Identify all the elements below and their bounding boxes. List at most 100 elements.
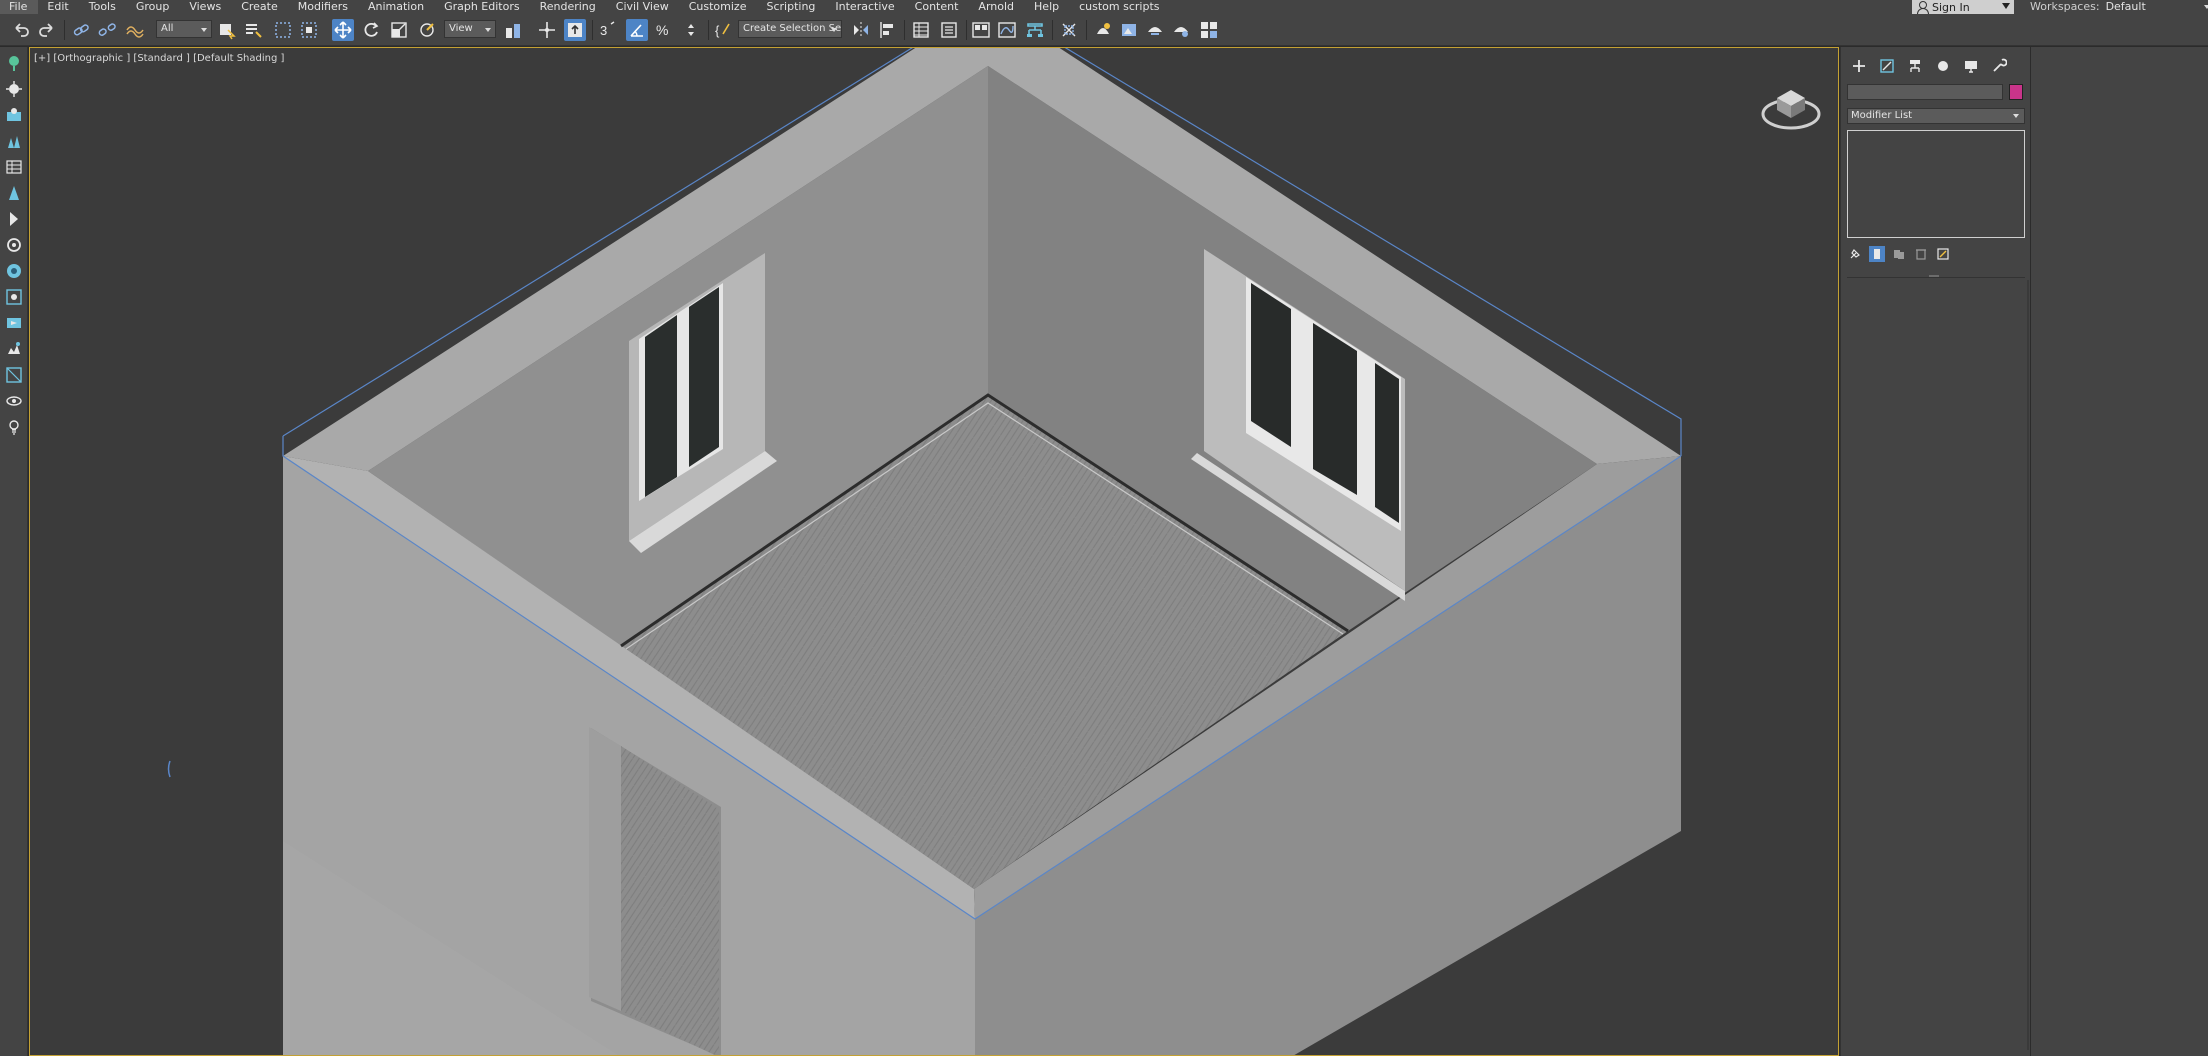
menu-views[interactable]: Views [180, 0, 232, 14]
svg-text:3: 3 [600, 23, 607, 38]
display-tab-icon[interactable] [1957, 55, 1985, 77]
create-tab-icon[interactable] [1845, 55, 1873, 77]
remove-modifier-icon[interactable] [1913, 246, 1929, 262]
snaps-3d-icon[interactable]: 3 [596, 19, 618, 41]
object-name-field[interactable] [1847, 84, 2003, 100]
chevron-down-icon [2002, 3, 2010, 9]
viewcube-icon[interactable] [1759, 74, 1823, 134]
percent-snap-icon[interactable]: % [652, 19, 674, 41]
perspective-match-icon[interactable] [4, 183, 24, 203]
viewport-orthographic[interactable]: [+] [Orthographic ] [Standard ] [Default… [29, 47, 1839, 1056]
hierarchy-tab-icon[interactable] [1901, 55, 1929, 77]
scene-explorer-icon[interactable] [910, 19, 932, 41]
particle-view-icon[interactable] [4, 235, 24, 255]
sign-in-button[interactable]: Sign In [1912, 0, 2014, 14]
select-by-name-icon[interactable] [242, 19, 264, 41]
motion-tab-icon[interactable] [1929, 55, 1957, 77]
edit-named-sets-icon[interactable]: { [712, 19, 734, 41]
menu-bar: File Edit Tools Group Views Create Modifiers An… [0, 0, 2208, 14]
main-toolbar: All View 3 % { Create Selection Se [0, 14, 2208, 46]
mass-fx-icon[interactable] [4, 157, 24, 177]
pivot-icon[interactable] [502, 19, 524, 41]
menu-group[interactable]: Group [127, 0, 181, 14]
workspaces-selector[interactable]: Workspaces: Default [2030, 0, 2208, 14]
menu-modifiers[interactable]: Modifiers [289, 0, 359, 14]
viewport-config-icon[interactable] [4, 365, 24, 385]
select-object-icon[interactable] [216, 19, 238, 41]
sign-in-label: Sign In [1932, 0, 1970, 14]
select-move-icon[interactable] [332, 19, 354, 41]
link-icon[interactable] [70, 19, 92, 41]
window-crossing-icon[interactable] [298, 19, 320, 41]
physical-camera-icon[interactable] [4, 313, 24, 333]
align-icon[interactable] [876, 19, 898, 41]
undo-icon[interactable] [10, 19, 32, 41]
make-unique-icon[interactable] [1891, 246, 1907, 262]
render-online-icon[interactable] [1170, 19, 1192, 41]
workspaces-value[interactable]: Default [2106, 0, 2208, 14]
unlink-icon[interactable] [96, 19, 118, 41]
bind-space-warp-icon[interactable] [124, 19, 146, 41]
rendered-frame-icon[interactable] [1118, 19, 1140, 41]
menu-rendering[interactable]: Rendering [531, 0, 607, 14]
rollout-divider [1847, 277, 2025, 278]
panel-resize-grip[interactable] [1929, 275, 1939, 277]
modifier-stack[interactable] [1847, 130, 2025, 238]
menu-graph-editors[interactable]: Graph Editors [435, 0, 531, 14]
menu-content[interactable]: Content [906, 0, 970, 14]
placement-icon[interactable] [416, 19, 438, 41]
layer-explorer-icon[interactable] [938, 19, 960, 41]
menu-scripting[interactable]: Scripting [757, 0, 826, 14]
menu-interactive[interactable]: Interactive [826, 0, 905, 14]
material-editor-icon[interactable] [1058, 19, 1080, 41]
select-manipulate-icon[interactable] [536, 19, 558, 41]
pin-stack-icon[interactable] [1847, 246, 1863, 262]
panel-scrollbar[interactable] [2027, 280, 2029, 1050]
angle-snap-icon[interactable] [626, 19, 648, 41]
render-production-icon[interactable] [1144, 19, 1166, 41]
menu-help[interactable]: Help [1025, 0, 1070, 14]
utilities-tab-icon[interactable] [1985, 55, 2013, 77]
redo-icon[interactable] [36, 19, 58, 41]
menu-animation[interactable]: Animation [359, 0, 435, 14]
select-rotate-icon[interactable] [360, 19, 382, 41]
stack-tools [1847, 245, 2025, 263]
select-scale-icon[interactable] [388, 19, 410, 41]
schematic-view-icon[interactable] [1024, 19, 1046, 41]
named-selection-dropdown[interactable]: Create Selection Se [738, 20, 842, 38]
light-lister-icon[interactable] [4, 391, 24, 411]
snaps-toggle-icon[interactable] [4, 261, 24, 281]
rect-region-icon[interactable] [272, 19, 294, 41]
scene-states-icon[interactable] [4, 105, 24, 125]
render-setup-icon[interactable] [1092, 19, 1114, 41]
object-color-swatch[interactable] [2009, 84, 2023, 100]
environment-icon[interactable] [4, 339, 24, 359]
menu-create[interactable]: Create [232, 0, 289, 14]
menu-tools[interactable]: Tools [80, 0, 127, 14]
create-light-icon[interactable] [4, 79, 24, 99]
toggle-ribbon-icon[interactable] [970, 19, 992, 41]
viewport-label[interactable]: [+] [Orthographic ] [Standard ] [Default… [34, 53, 284, 64]
selection-filter-dropdown[interactable]: All [156, 20, 212, 38]
menu-civil-view[interactable]: Civil View [607, 0, 680, 14]
menu-edit[interactable]: Edit [38, 0, 79, 14]
show-end-result-icon[interactable] [1869, 246, 1885, 262]
populate-icon[interactable] [4, 131, 24, 151]
spinner-snap-icon[interactable] [680, 19, 702, 41]
menu-file[interactable]: File [0, 0, 39, 14]
mirror-icon[interactable] [850, 19, 872, 41]
configure-modifier-sets-icon[interactable] [1935, 246, 1951, 262]
orbit-icon[interactable] [4, 209, 24, 229]
modifier-list-dropdown[interactable]: Modifier List [1847, 108, 2025, 124]
keyboard-shortcut-icon[interactable] [564, 19, 586, 41]
menu-custom-scripts[interactable]: custom scripts [1070, 0, 1170, 14]
create-helper-icon[interactable] [4, 53, 24, 73]
modify-tab-icon[interactable] [1873, 55, 1901, 77]
ref-coord-dropdown[interactable]: View [444, 20, 496, 38]
menu-customize[interactable]: Customize [680, 0, 758, 14]
render-setup-side-icon[interactable] [4, 287, 24, 307]
menu-arnold[interactable]: Arnold [969, 0, 1025, 14]
bulb-icon[interactable] [4, 417, 24, 437]
render-iterative-icon[interactable] [1198, 19, 1220, 41]
curve-editor-icon[interactable] [996, 19, 1018, 41]
